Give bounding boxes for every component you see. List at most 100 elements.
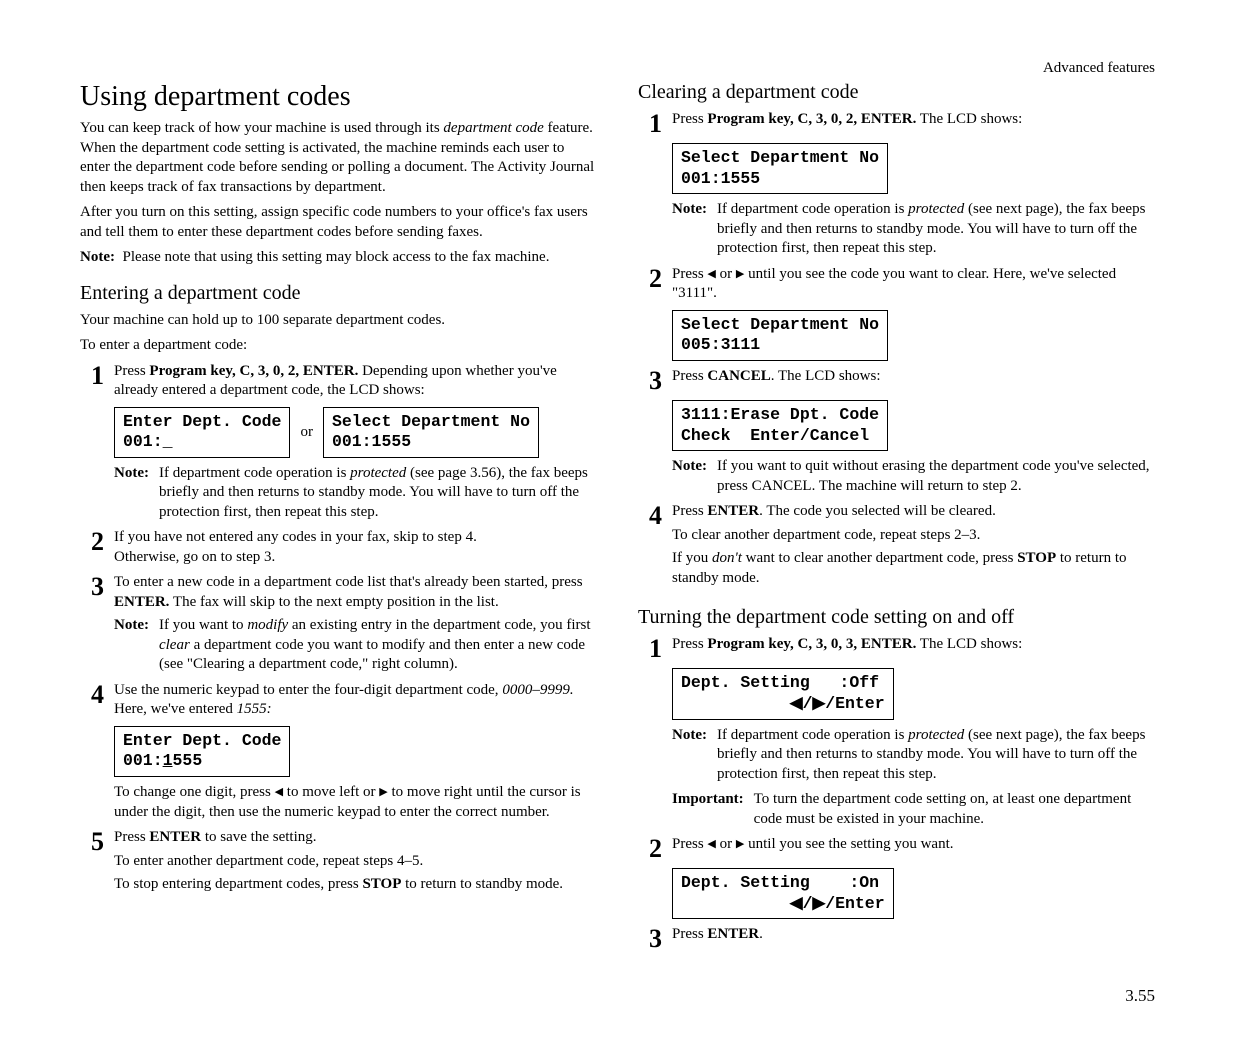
key-name: C [798, 636, 809, 652]
key-name: LCD [805, 368, 835, 384]
key-name: LCD [349, 382, 379, 398]
clear-step-4: 4 Press ENTER. The code you selected wil… [638, 502, 1154, 592]
left-column: Using department codes You can keep trac… [80, 81, 596, 956]
text: To clear another department code, repeat… [672, 526, 1154, 546]
lcd-display: Select Department No 001:1555 [323, 407, 539, 458]
step-note: Note: If you want to modify an existing … [114, 616, 596, 675]
text: or [716, 266, 736, 282]
emphasis: protected [908, 201, 964, 217]
text: an existing entry in the department code… [288, 617, 590, 633]
step-body: Use the numeric keypad to enter the four… [114, 681, 596, 720]
note-label: Note: [672, 457, 707, 496]
step-4-followup: To change one digit, press to move left … [114, 783, 596, 822]
step-4: 4 Use the numeric keypad to enter the fo… [80, 681, 596, 720]
text: or [716, 836, 736, 852]
text: To enter another department code, repeat… [114, 852, 596, 872]
text: If department code operation is [159, 465, 350, 481]
text: , 3, 0, 2, [808, 111, 861, 127]
lcd-row: 3111:Erase Dpt. Code Check Enter/Cancel [672, 400, 1154, 451]
text: . The machine will return to step 2. [812, 478, 1022, 494]
left-arrow-icon [275, 784, 283, 800]
text: To change one digit, press [114, 784, 275, 800]
important-text: To turn the department code setting on, … [754, 790, 1154, 829]
lcd-row: Select Department No 005:3111 [672, 310, 1154, 361]
text: Program key, [707, 636, 797, 652]
emphasis: don't [712, 550, 742, 566]
step-body: Press ENTER. The code you selected will … [672, 502, 1154, 592]
key-name: ENTER [707, 503, 759, 519]
step-number: 1 [638, 635, 662, 662]
step-number: 3 [638, 925, 662, 952]
text: shows: [977, 111, 1022, 127]
text: Press [672, 111, 707, 127]
text: to return to standby mode. [401, 876, 563, 892]
subheading-clearing: Clearing a department code [638, 81, 1154, 104]
important-note: Important: To turn the department code s… [672, 790, 1154, 829]
text: . The [771, 368, 805, 384]
toggle-step-1: 1 Press Program key, C, 3, 0, 3, ENTER. … [638, 635, 1154, 662]
text: The [916, 111, 947, 127]
lcd-row: Dept. Setting :Off ◀/▶/Enter [672, 668, 1154, 719]
text: Program key, [707, 111, 797, 127]
step-body: Press Program key, C, 3, 0, 2, ENTER. Th… [672, 110, 1154, 137]
lcd-row: Enter Dept. Code 001:_ or Select Departm… [114, 407, 596, 458]
lcd-row: Dept. Setting :On ◀/▶/Enter [672, 868, 1154, 919]
emphasis: protected [908, 727, 964, 743]
key-name: LCD [947, 111, 977, 127]
text: If you want to [159, 617, 247, 633]
key-name: ENTER. [114, 594, 169, 610]
subheading-entering: Entering a department code [80, 282, 596, 305]
step-2: 2 If you have not entered any codes in y… [80, 528, 596, 567]
note-text: If department code operation is protecte… [717, 726, 1154, 785]
key-name: ENTER. [861, 636, 916, 652]
sub-intro-2: To enter a department code: [80, 336, 596, 356]
note-text: If you want to quit without erasing the … [717, 457, 1154, 496]
step-number: 5 [80, 828, 104, 899]
note-label: Note: [114, 464, 149, 523]
text: Use the numeric keypad to enter the four… [114, 682, 502, 698]
lcd-row: Enter Dept. Code 001:1555 [114, 726, 596, 777]
text: Press [114, 829, 149, 845]
step-body: Press Program key, C, 3, 0, 2, ENTER. De… [114, 362, 596, 401]
text: . [759, 926, 763, 942]
lcd-display: 3111:Erase Dpt. Code Check Enter/Cancel [672, 400, 888, 451]
text: Press [672, 266, 707, 282]
text: shows: [977, 636, 1022, 652]
text: to move left or [283, 784, 379, 800]
text: Press [672, 503, 707, 519]
step-number: 2 [638, 265, 662, 304]
text: Press [672, 636, 707, 652]
key-name: CANCEL [707, 368, 770, 384]
key-name: LCD [947, 636, 977, 652]
clear-step-2: 2 Press or until you see the code you wa… [638, 265, 1154, 304]
text: The fax will skip to the next empty posi… [169, 594, 498, 610]
text: If department code operation is [717, 201, 908, 217]
left-arrow-icon [707, 836, 715, 852]
note-label: Note: [80, 249, 115, 265]
note-block: Note: Please note that using this settin… [80, 248, 596, 268]
emphasis: protected [350, 465, 406, 481]
lcd-display: Dept. Setting :Off ◀/▶/Enter [672, 668, 894, 719]
text: until you see the setting you want. [744, 836, 953, 852]
text: Press [672, 836, 707, 852]
lcd-display: Enter Dept. Code 001:1555 [114, 726, 290, 777]
important-label: Important: [672, 790, 744, 829]
intro-paragraph-2: After you turn on this setting, assign s… [80, 203, 596, 242]
emphasis: 1555: [237, 701, 272, 717]
key-name: STOP [362, 876, 401, 892]
text: to save the setting. [201, 829, 316, 845]
step-note: Note: If you want to quit without erasin… [672, 457, 1154, 496]
note-text: If department code operation is protecte… [159, 464, 596, 523]
key-name: ENTER [707, 926, 759, 942]
key-name: ENTER. [861, 111, 916, 127]
emphasis: modify [247, 617, 288, 633]
step-note: Note: If department code operation is pr… [672, 200, 1154, 259]
text: Here, we've entered [114, 701, 237, 717]
note-label: Note: [672, 726, 707, 785]
step-number: 3 [80, 573, 104, 612]
lcd-row: Select Department No 001:1555 [672, 143, 1154, 194]
step-body: Press ENTER. [672, 925, 1154, 952]
key-name: ENTER [149, 829, 201, 845]
text: To enter a new code in a department code… [114, 574, 583, 590]
step-1: 1 Press Program key, C, 3, 0, 2, ENTER. … [80, 362, 596, 401]
